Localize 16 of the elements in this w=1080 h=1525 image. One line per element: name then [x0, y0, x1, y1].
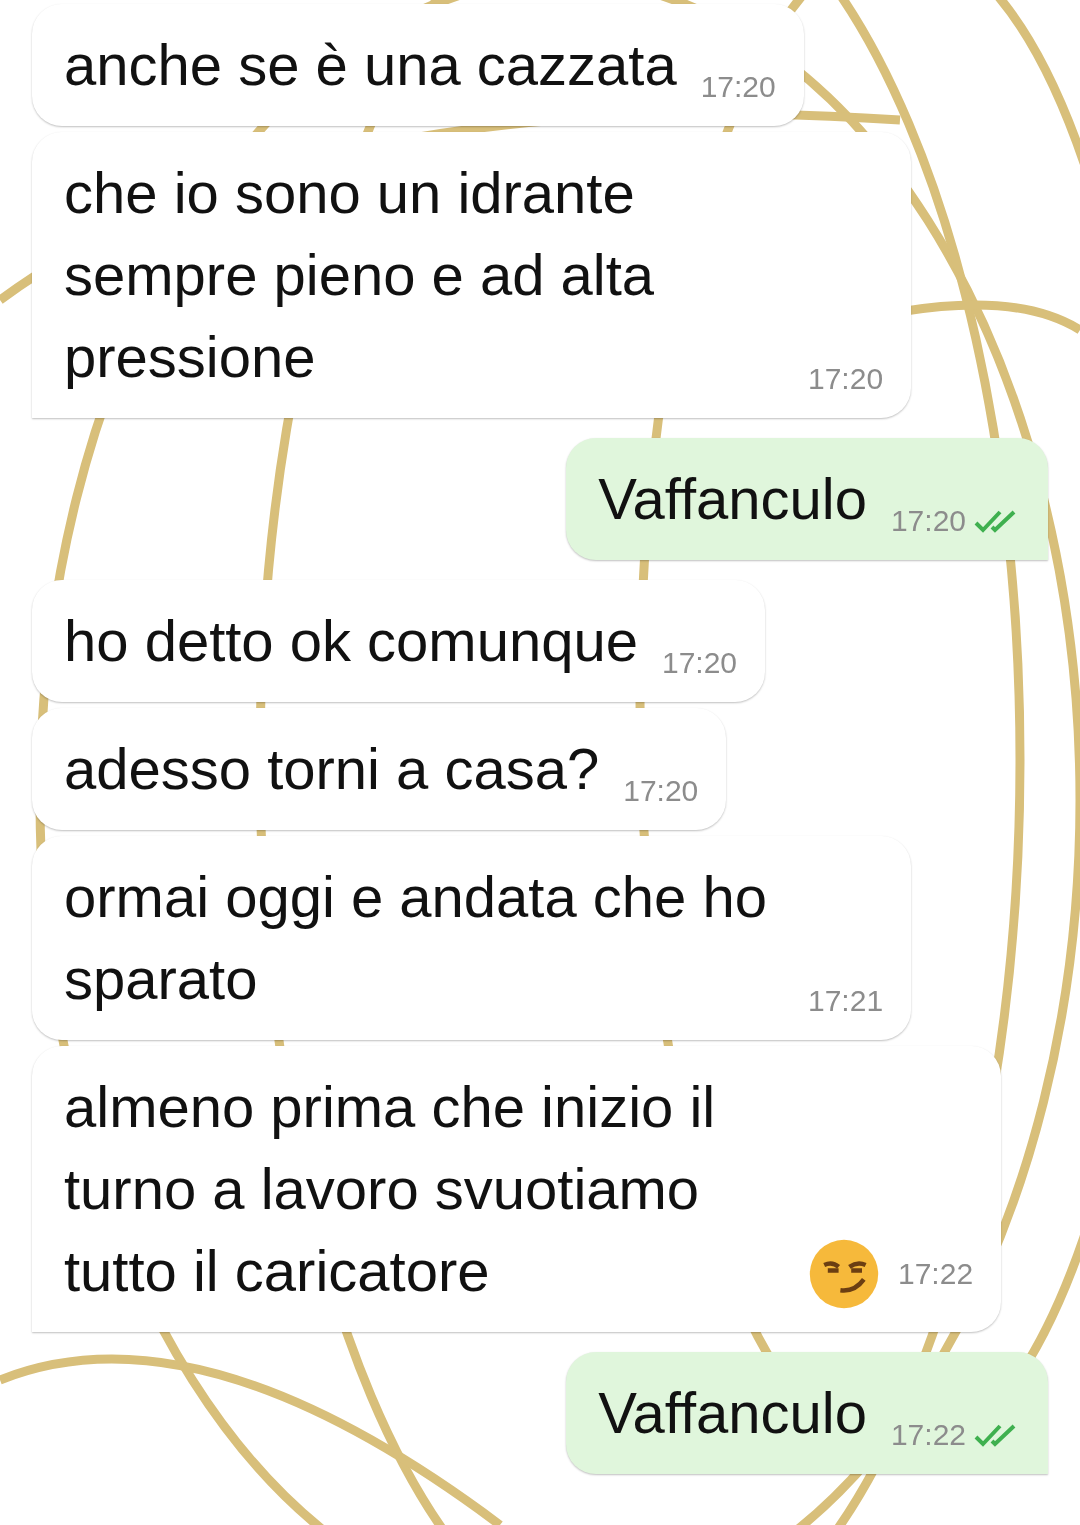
- message-text: ormai oggi e andata che ho sparato: [64, 863, 768, 1013]
- message-time: 17:20: [623, 774, 699, 808]
- message-text: ho detto ok comunque: [64, 607, 638, 675]
- message-time: 17:20: [808, 362, 884, 396]
- message-text: anche se è una cazzata: [64, 31, 677, 99]
- message-text: almeno prima che inizio il turno a lavoro svuotiamo tutto il caricatore: [64, 1073, 717, 1305]
- message-time: 17:21: [808, 984, 884, 1018]
- message-time: 17:20: [661, 646, 738, 680]
- message-time: 17:20: [890, 504, 966, 538]
- message-time: 17:22: [898, 1257, 974, 1291]
- message-text: Vaffanculo: [598, 465, 867, 533]
- message-time: 17:22: [890, 1418, 966, 1452]
- message-text: che io sono un idrante sempre pieno e ad alta pressione: [64, 159, 656, 391]
- message-text: Vaffanculo: [598, 1379, 867, 1447]
- message-text: adesso torni a casa?: [64, 735, 600, 803]
- message-time: 17:20: [700, 70, 776, 104]
